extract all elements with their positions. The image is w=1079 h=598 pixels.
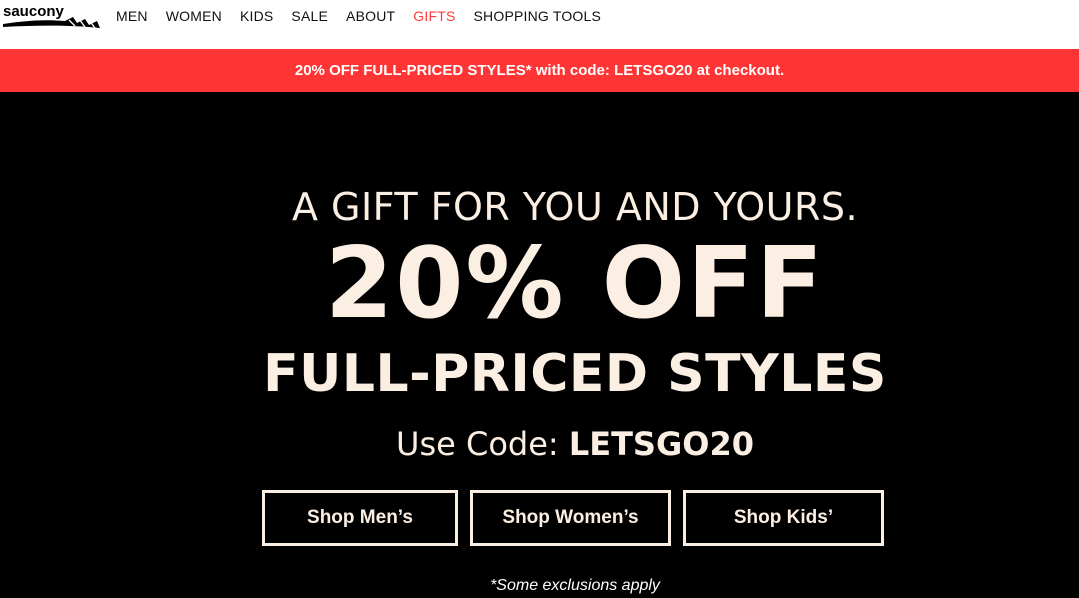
nav-item-shopping-tools[interactable]: SHOPPING TOOLS [474, 8, 602, 24]
nav-item-kids[interactable]: KIDS [240, 8, 273, 24]
hero-headline: 20% OFF [325, 227, 825, 341]
hero-subtitle: A GIFT FOR YOU AND YOURS. [291, 185, 859, 229]
shop-mens-button[interactable]: Shop Men’s [262, 490, 458, 546]
saucony-logo[interactable]: saucony [3, 3, 103, 31]
shop-buttons: Shop Men’s Shop Women’s Shop Kids’ [262, 490, 884, 546]
shop-kids-button[interactable]: Shop Kids’ [683, 490, 884, 546]
site-header: saucony MEN WOMEN KIDS SALE ABOUT GIFTS … [0, 0, 1079, 49]
promo-code-line: Use Code: LETSGO20 [0, 425, 1079, 463]
nav-item-men[interactable]: MEN [116, 8, 148, 24]
shop-womens-button[interactable]: Shop Women’s [470, 490, 671, 546]
promo-code: LETSGO20 [568, 425, 754, 463]
main-nav: MEN WOMEN KIDS SALE ABOUT GIFTS SHOPPING… [116, 8, 601, 24]
hero-subheadline: FULL-PRICED STYLES [263, 344, 887, 404]
nav-item-gifts[interactable]: GIFTS [413, 8, 455, 24]
nav-item-sale[interactable]: SALE [291, 8, 328, 24]
logo-swoosh-icon [3, 17, 100, 29]
promo-text: 20% OFF FULL-PRICED STYLES* with code: L… [294, 62, 785, 79]
promo-code-prefix: Use Code: [396, 425, 569, 463]
hero-banner: A GIFT FOR YOU AND YOURS. 20% OFF FULL-P… [0, 92, 1079, 598]
promo-banner[interactable]: 20% OFF FULL-PRICED STYLES* with code: L… [0, 49, 1079, 92]
nav-item-women[interactable]: WOMEN [166, 8, 222, 24]
exclusions-disclaimer: *Some exclusions apply [490, 577, 660, 594]
nav-item-about[interactable]: ABOUT [346, 8, 395, 24]
